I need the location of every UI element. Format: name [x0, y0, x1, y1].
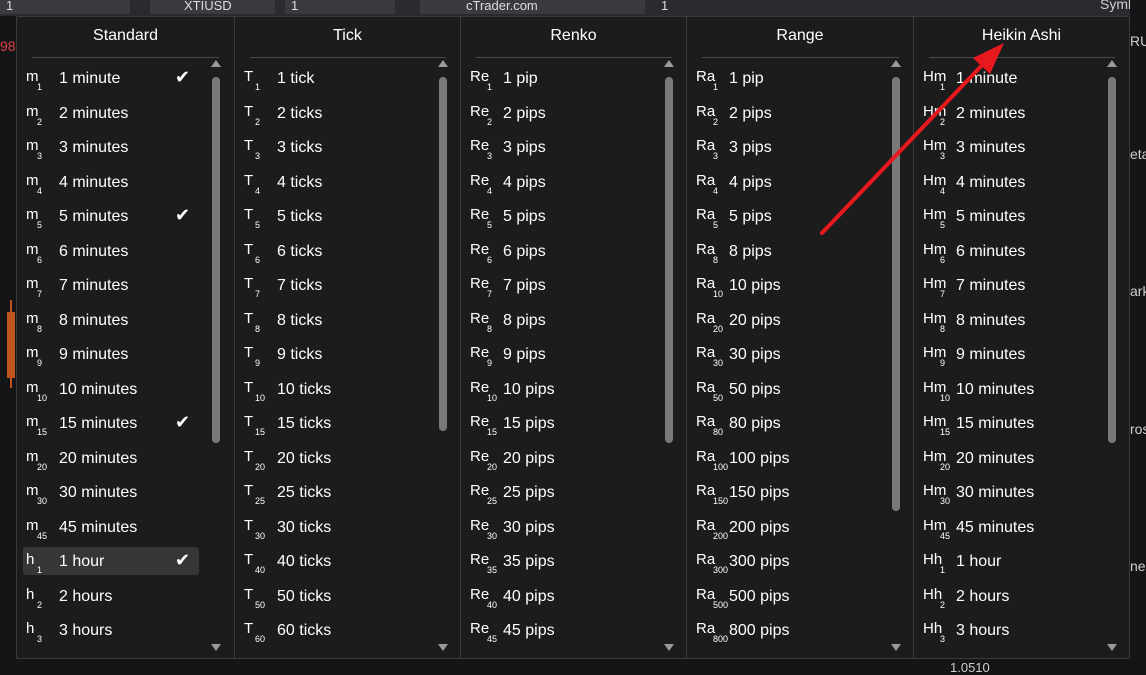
arrow-shaft [820, 59, 988, 235]
annotation-arrow [820, 43, 1004, 235]
